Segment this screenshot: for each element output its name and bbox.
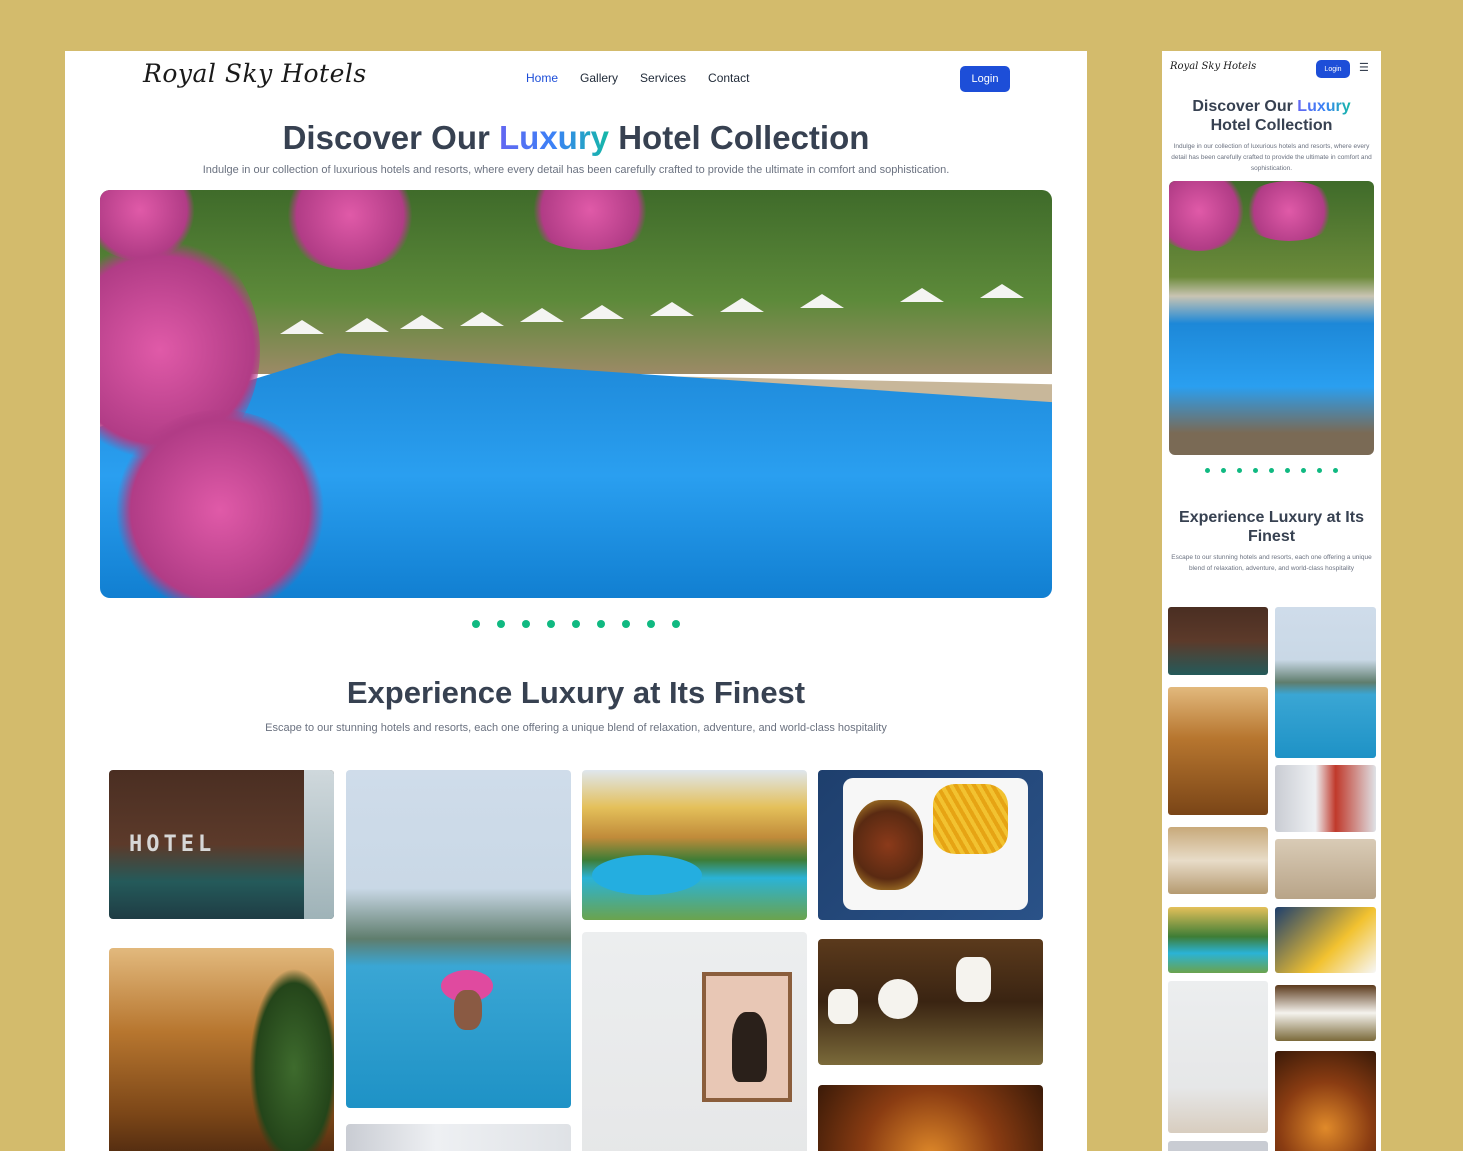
mobile-brand-logo[interactable]: Royal Sky Hotels — [1170, 61, 1256, 72]
gallery-image-palm-pool-swimmer[interactable] — [346, 770, 571, 1108]
mobile-gallery-subtitle: Escape to our stunning hotels and resort… — [1171, 554, 1372, 572]
mobile-gallery-palace-hallway[interactable] — [1168, 687, 1268, 815]
carousel-dot-8[interactable] — [647, 620, 655, 628]
carousel-dot-6[interactable] — [597, 620, 605, 628]
hamburger-icon[interactable]: ☰ — [1359, 61, 1369, 74]
carousel-dot-1[interactable] — [472, 620, 480, 628]
mobile-login-button[interactable]: Login — [1316, 60, 1350, 78]
nav-gallery[interactable]: Gallery — [580, 71, 618, 85]
gallery-image-warm-dining[interactable] — [818, 1085, 1043, 1151]
mobile-carousel-dot-3[interactable] — [1237, 468, 1242, 473]
gallery-image-hotel-lounge[interactable]: HOTEL — [109, 770, 334, 919]
mobile-gallery-title: Experience Luxury at Its Finest — [1179, 509, 1364, 545]
mobile-gallery-living-room[interactable] — [1275, 839, 1376, 899]
mobile-hero-title-highlight: Luxury — [1297, 98, 1351, 115]
mobile-carousel-dots — [1162, 468, 1381, 473]
hero-carousel-image[interactable] — [100, 190, 1052, 598]
mobile-gallery-resort-pool[interactable] — [1168, 907, 1268, 973]
gallery-title: Experience Luxury at Its Finest — [346, 675, 806, 710]
brand-logo[interactable]: Royal Sky Hotels — [143, 59, 367, 88]
mobile-gallery-hotel-lounge[interactable] — [1168, 607, 1268, 675]
mobile-hero-carousel-image[interactable] — [1169, 181, 1374, 455]
carousel-dot-9[interactable] — [672, 620, 680, 628]
desktop-preview: Royal Sky Hotels Home Gallery Services C… — [65, 51, 1087, 1151]
nav-menu: Home Gallery Services Contact — [526, 71, 749, 85]
mobile-gallery-warm-dining[interactable] — [1275, 1051, 1376, 1151]
gallery-image-palace-hallway[interactable] — [109, 948, 334, 1151]
navbar: Royal Sky Hotels Home Gallery Services C… — [65, 51, 1087, 107]
mobile-gallery-kebab-fries-plate[interactable] — [1275, 907, 1376, 973]
mobile-carousel-dot-1[interactable] — [1205, 468, 1210, 473]
carousel-dot-2[interactable] — [497, 620, 505, 628]
carousel-dot-7[interactable] — [622, 620, 630, 628]
mobile-carousel-dot-2[interactable] — [1221, 468, 1226, 473]
mobile-carousel-dot-8[interactable] — [1317, 468, 1322, 473]
carousel-dot-3[interactable] — [522, 620, 530, 628]
hero-title: Discover Our Luxury Hotel Collection — [65, 119, 1087, 157]
mobile-preview: Royal Sky Hotels Login ☰ Discover Our Lu… — [1162, 51, 1381, 1151]
carousel-dot-5[interactable] — [572, 620, 580, 628]
gallery-image-bedroom-canopy[interactable] — [346, 1124, 571, 1151]
mobile-gallery-palm-pool-swimmer[interactable] — [1275, 607, 1376, 758]
mobile-gallery-bedroom-canopy[interactable] — [1275, 765, 1376, 832]
mobile-hero-title-end: Hotel Collection — [1210, 117, 1333, 134]
hero-subtitle: Indulge in our collection of luxurious h… — [202, 164, 950, 176]
nav-contact[interactable]: Contact — [708, 71, 749, 85]
mobile-carousel-dot-6[interactable] — [1285, 468, 1290, 473]
mobile-gallery-bottom-left[interactable] — [1168, 1141, 1268, 1151]
mobile-hero-title-start: Discover Our — [1192, 98, 1293, 115]
login-button[interactable]: Login — [960, 66, 1010, 92]
carousel-dots — [65, 620, 1087, 628]
hero-title-end: Hotel Collection — [618, 119, 870, 156]
mobile-carousel-dot-7[interactable] — [1301, 468, 1306, 473]
mobile-hero-subtitle: Indulge in our collection of luxurious h… — [1171, 143, 1372, 172]
carousel-dot-4[interactable] — [547, 620, 555, 628]
mobile-carousel-dot-9[interactable] — [1333, 468, 1338, 473]
mobile-hero-title: Discover Our Luxury Hotel Collection — [1162, 97, 1381, 135]
mobile-gallery-tea-set-table[interactable] — [1275, 985, 1376, 1041]
hero-title-highlight: Luxury — [499, 119, 610, 156]
mobile-carousel-dot-4[interactable] — [1253, 468, 1258, 473]
hotel-sign-text: HOTEL — [129, 832, 216, 857]
gallery-image-kebab-fries-plate[interactable] — [818, 770, 1043, 920]
nav-home[interactable]: Home — [526, 71, 558, 85]
mobile-gallery-lobby[interactable] — [1168, 827, 1268, 894]
nav-services[interactable]: Services — [640, 71, 686, 85]
gallery-image-bedroom-artwork[interactable] — [582, 932, 807, 1151]
mobile-carousel-dot-5[interactable] — [1269, 468, 1274, 473]
gallery-subtitle: Escape to our stunning hotels and resort… — [265, 722, 887, 734]
hero-title-start: Discover Our — [282, 119, 490, 156]
mobile-gallery-bedroom-artwork[interactable] — [1168, 981, 1268, 1133]
gallery-image-tea-set-table[interactable] — [818, 939, 1043, 1065]
gallery-image-resort-pool[interactable] — [582, 770, 807, 920]
